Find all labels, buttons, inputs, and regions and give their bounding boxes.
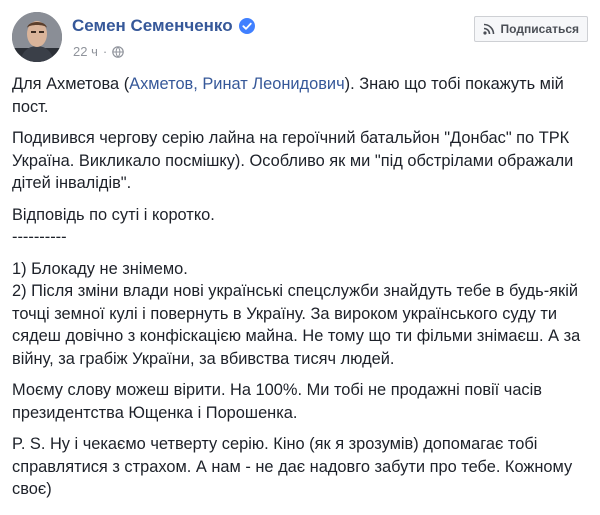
follow-button[interactable]: Подписаться xyxy=(473,16,588,42)
post-paragraph-3: Відповідь по суті і коротко. ---------- xyxy=(12,204,588,249)
post-timestamp[interactable]: 22 ч xyxy=(73,44,98,59)
mention-link[interactable]: Ахметов, Ринат Леонидович xyxy=(129,75,344,93)
post-body: Для Ахметова (Ахметов, Ринат Леонидович)… xyxy=(12,73,588,510)
post-paragraph-4: 1) Блокаду не знімемо. 2) Після зміни вл… xyxy=(12,258,588,371)
paragraph-3-line-1: Відповідь по суті і коротко. xyxy=(12,205,215,224)
post-meta: 22 ч · xyxy=(73,44,125,59)
post-header: Семен Семенченко 22 ч · Подписаться xyxy=(12,10,588,66)
paragraph-1-text-start: Для Ахметова ( xyxy=(12,75,130,93)
follow-button-label: Подписаться xyxy=(500,22,579,36)
verified-badge-icon xyxy=(238,18,255,34)
paragraph-4-item-2: 2) Після зміни влади нові українські спе… xyxy=(12,282,581,368)
avatar[interactable] xyxy=(12,12,62,62)
paragraph-4-item-1: 1) Блокаду не знімемо. xyxy=(12,259,188,278)
post-paragraph-2: Подивився чергову серію лайна на героїчн… xyxy=(12,129,574,192)
meta-separator: · xyxy=(102,44,108,59)
avatar-photo-icon xyxy=(12,12,62,62)
author-name-link[interactable]: Семен Семенченко xyxy=(72,16,233,36)
globe-icon[interactable] xyxy=(112,45,125,58)
author-line: Семен Семенченко xyxy=(72,16,255,36)
rss-icon xyxy=(482,23,495,35)
paragraph-3-separator: ---------- xyxy=(12,228,67,246)
facebook-post: Семен Семенченко 22 ч · Подписаться Для … xyxy=(0,0,600,515)
post-paragraph-1: Для Ахметова (Ахметов, Ринат Леонидович)… xyxy=(12,73,588,118)
post-paragraph-6: P. S. Ну і чекаємо четверту серію. Кіно … xyxy=(12,435,573,498)
post-paragraph-5: Моєму слову можеш вірити. На 100%. Ми то… xyxy=(12,381,542,422)
